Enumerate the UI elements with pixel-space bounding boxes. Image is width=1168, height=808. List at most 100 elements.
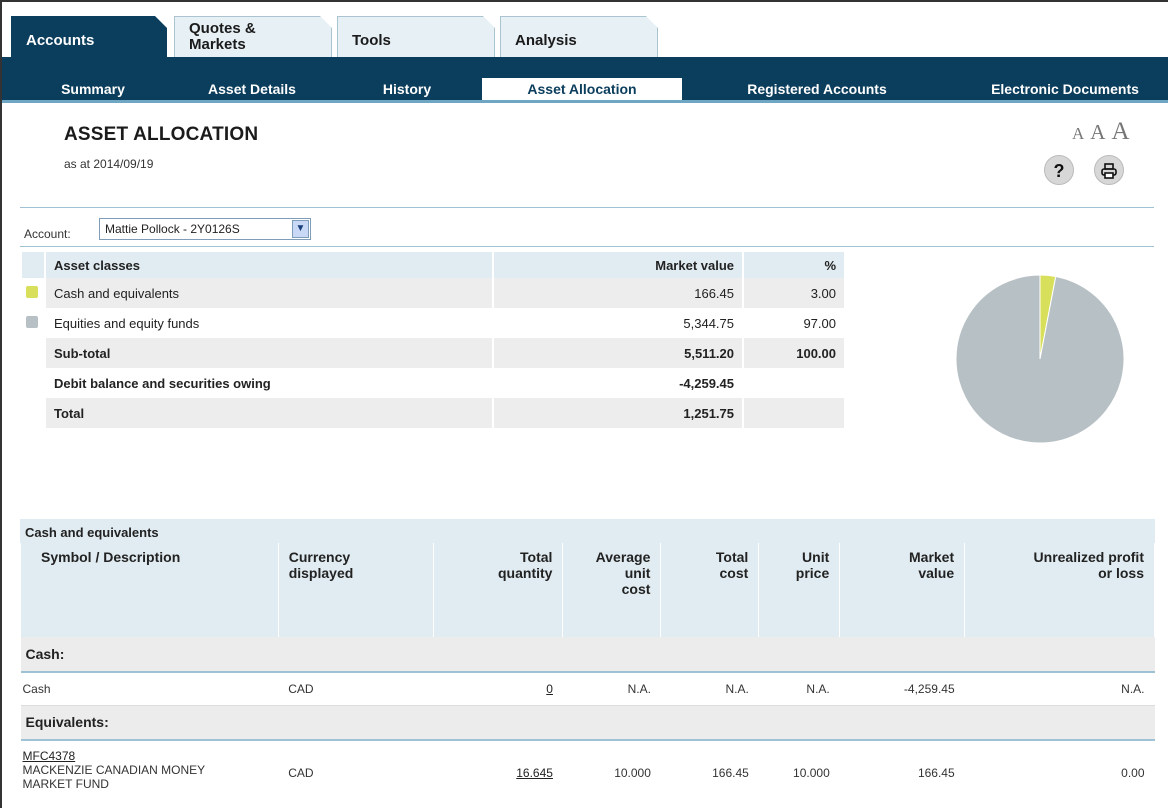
font-size-medium-button[interactable]: A: [1090, 120, 1105, 145]
tab-tools[interactable]: Tools: [337, 16, 495, 57]
group-label-equivalents: Equivalents:: [20, 705, 1155, 741]
holding-unrealized: N.A.: [964, 672, 1155, 706]
market-value: 5,344.75: [494, 308, 744, 338]
holdings-detail-table: Symbol / Description Currency displayed T…: [20, 543, 1155, 791]
table-row: Cash CAD 0 N.A. N.A. N.A. -4,259.45 N.A.: [20, 672, 1155, 706]
holding-average-cost: 10.000: [614, 766, 651, 780]
average-unit-cost-header: Average unit cost: [562, 543, 662, 637]
holding-quantity: 0: [433, 672, 563, 706]
asset-allocation-pie-chart: [955, 274, 1125, 444]
swatch-cell: [22, 368, 46, 398]
tab-quotes-markets[interactable]: Quotes & Markets: [174, 16, 332, 57]
subtotal-row: Sub-total 5,511.20 100.00: [22, 338, 846, 368]
debit-market-value: -4,259.45: [494, 368, 744, 398]
debit-label: Debit balance and securities owing: [46, 368, 494, 398]
subnav-asset-details[interactable]: Asset Details: [172, 78, 332, 100]
account-select-value: Mattie Pollock - 2Y0126S: [105, 222, 240, 236]
holding-unit-price: 10.000: [793, 766, 830, 780]
total-row: Total 1,251.75: [22, 398, 846, 428]
detail-section-title: Cash and equivalents: [20, 519, 1155, 543]
unrealized-profit-loss-header: Unrealized profit or loss: [964, 543, 1155, 637]
print-button[interactable]: [1094, 155, 1124, 185]
fund-description-line1: MACKENZIE CANADIAN MONEY: [22, 763, 206, 777]
quantity-link[interactable]: 0: [546, 682, 553, 696]
font-size-controls: AAA: [1072, 118, 1136, 146]
total-cost-header: Total cost: [660, 543, 760, 637]
subnav-registered-accounts[interactable]: Registered Accounts: [707, 78, 927, 100]
cash-swatch: [26, 285, 38, 298]
percent-value: 97.00: [744, 308, 846, 338]
subtotal-market-value: 5,511.20: [494, 338, 744, 368]
total-percent: [744, 398, 846, 428]
asset-classes-header: Asset classes: [46, 252, 494, 278]
total-quantity-header: Total quantity: [432, 543, 564, 637]
main-tab-bar: Accounts Quotes & Markets Tools Analysis: [2, 2, 1168, 57]
table-row: Equities and equity funds 5,344.75 97.00: [22, 308, 846, 338]
debit-percent: [744, 368, 846, 398]
subnav-underline: [2, 100, 1168, 103]
currency-header: Currency displayed: [277, 543, 434, 637]
detail-header-row: Symbol / Description Currency displayed T…: [20, 543, 1155, 637]
fund-description-line2: MARKET FUND: [22, 777, 109, 791]
tab-accounts[interactable]: Accounts: [11, 16, 167, 57]
holding-total-cost: N.A.: [660, 672, 759, 706]
chevron-down-icon[interactable]: ▼: [292, 220, 309, 238]
divider: [20, 246, 1154, 247]
subnav-summary[interactable]: Summary: [22, 78, 164, 100]
holding-total-cost: 166.45: [712, 766, 749, 780]
holding-market-value: 166.45: [917, 766, 955, 780]
sub-navigation: Summary Asset Details History Asset Allo…: [2, 57, 1168, 103]
page-frame: Accounts Quotes & Markets Tools Analysis…: [0, 0, 1168, 808]
subtotal-percent: 100.00: [744, 338, 846, 368]
tab-analysis[interactable]: Analysis: [500, 16, 658, 57]
asset-class-name: Cash and equivalents: [46, 278, 494, 308]
holding-unrealized: 0.00: [1121, 766, 1145, 780]
holding-currency: CAD: [288, 766, 314, 780]
font-size-small-button[interactable]: A: [1072, 124, 1084, 144]
symbol-description-header: Symbol / Description: [20, 543, 279, 637]
table-row: MFC4378 MACKENZIE CANADIAN MONEY MARKET …: [21, 740, 1155, 791]
holding-average-cost: N.A.: [562, 672, 661, 706]
subnav-history[interactable]: History: [342, 78, 472, 100]
tab-tools-label: Tools: [352, 32, 391, 49]
tab-quotes-markets-label: Quotes & Markets: [189, 20, 256, 53]
as-at-date: as at 2014/09/19: [64, 157, 154, 171]
equities-swatch: [26, 315, 38, 328]
swatch-cell: [22, 278, 46, 308]
swatch-cell: [22, 308, 46, 338]
asset-class-name: Equities and equity funds: [46, 308, 494, 338]
swatch-header: [22, 252, 46, 278]
market-value: 166.45: [494, 278, 744, 308]
divider: [20, 207, 1154, 208]
subnav-electronic-documents[interactable]: Electronic Documents: [962, 78, 1168, 100]
subtotal-label: Sub-total: [46, 338, 494, 368]
tab-analysis-label: Analysis: [515, 32, 577, 49]
account-select[interactable]: Mattie Pollock - 2Y0126S ▼: [99, 218, 311, 240]
holding-market-value: -4,259.45: [839, 672, 965, 706]
swatch-cell: [22, 338, 46, 368]
total-label: Total: [46, 398, 494, 428]
group-row-equivalents: Equivalents:: [20, 705, 1155, 741]
page-title: ASSET ALLOCATION: [64, 124, 259, 145]
account-label: Account:: [24, 227, 71, 241]
table-row: Cash and equivalents 166.45 3.00: [22, 278, 846, 308]
pie-slice-equities-and-equity-funds: [955, 274, 1125, 444]
market-value-column-header: Market value: [839, 543, 966, 637]
symbol-link[interactable]: MFC4378: [23, 749, 76, 763]
total-market-value: 1,251.75: [494, 398, 744, 428]
swatch-cell: [22, 398, 46, 428]
tab-accounts-label: Accounts: [26, 32, 95, 49]
quantity-link[interactable]: 16.645: [516, 766, 553, 780]
subnav-asset-allocation[interactable]: Asset Allocation: [482, 78, 682, 100]
holding-currency: CAD: [278, 672, 434, 706]
asset-allocation-summary-table: Asset classes Market value % Cash and eq…: [22, 252, 846, 428]
unit-price-header: Unit price: [758, 543, 841, 637]
percent-value: 3.00: [744, 278, 846, 308]
help-button[interactable]: ?: [1044, 155, 1074, 185]
market-value-header: Market value: [494, 252, 744, 278]
debit-row: Debit balance and securities owing -4,25…: [22, 368, 846, 398]
holding-quantity: 16.645: [433, 740, 563, 791]
font-size-large-button[interactable]: A: [1111, 118, 1129, 146]
group-row-cash: Cash:: [20, 637, 1155, 673]
holding-description: Cash: [20, 672, 279, 706]
